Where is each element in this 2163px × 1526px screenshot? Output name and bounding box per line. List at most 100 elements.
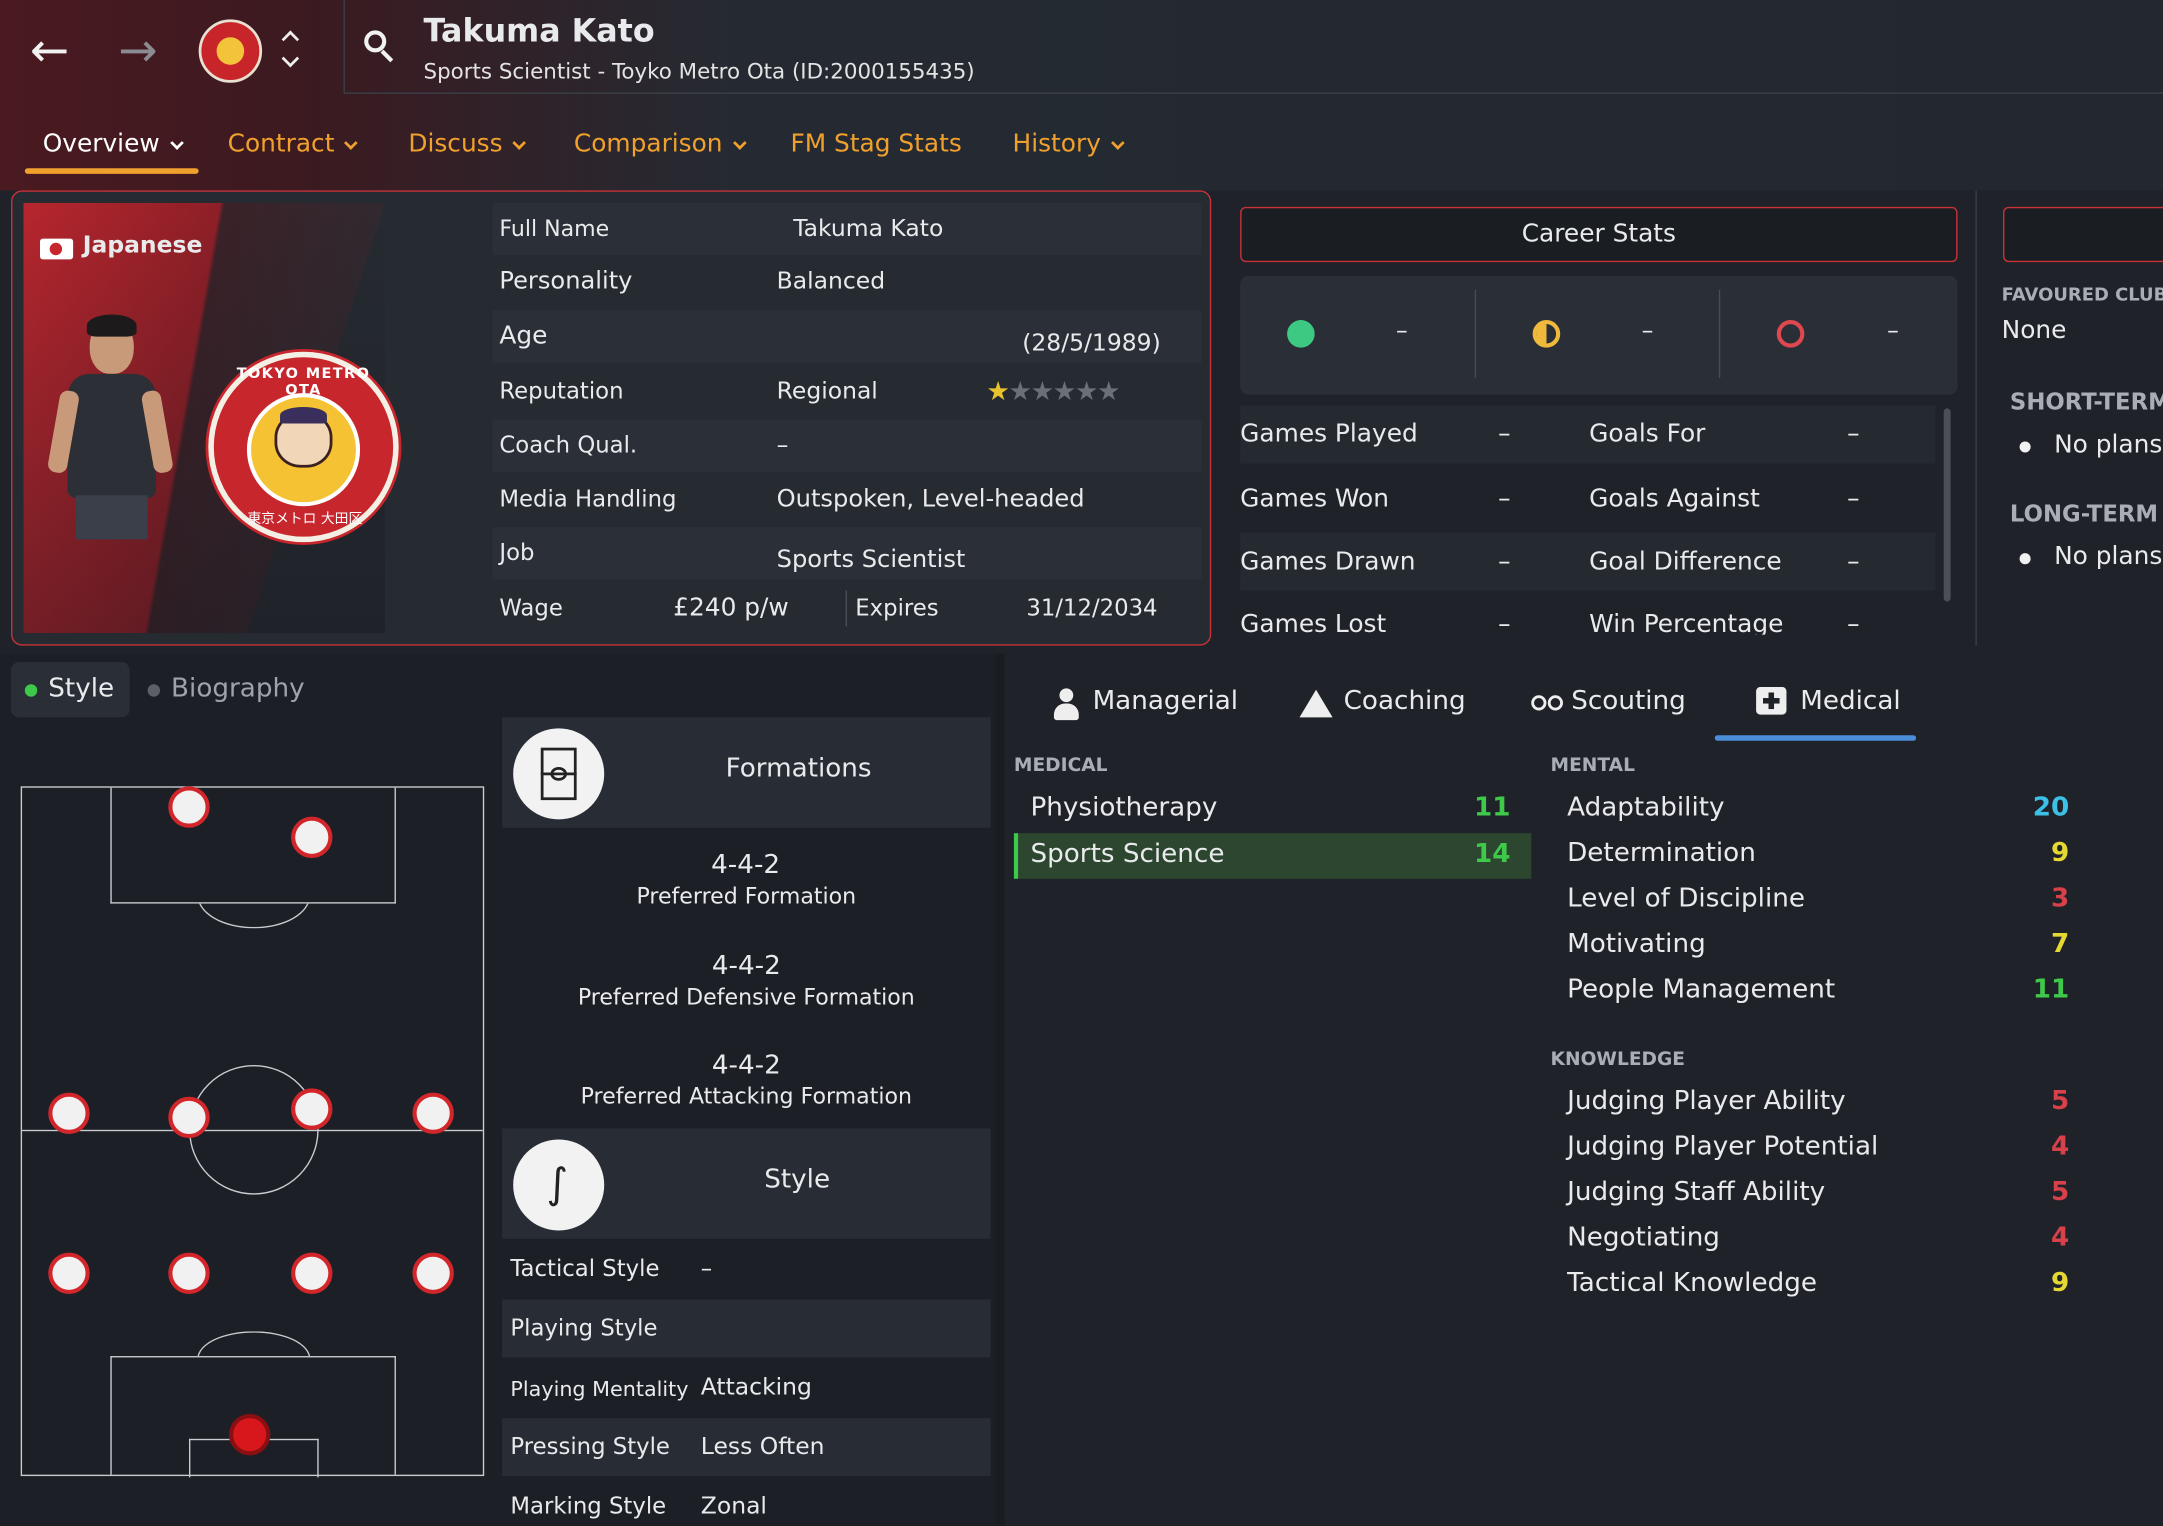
coach-qual-row: Coach Qual. –	[492, 419, 1202, 472]
attribute-value: 7	[2050, 928, 2070, 959]
tab-active-indicator	[24, 168, 199, 174]
win-circle-icon	[1287, 320, 1315, 348]
preferred-formation: 4-4-2 Preferred Formation	[636, 849, 857, 910]
career-stats-header[interactable]: Career Stats	[1240, 206, 1958, 263]
attribute-name: Level of Discipline	[1567, 882, 1805, 914]
staff-subtitle: Sports Scientist - Toyko Metro Ota (ID:2…	[423, 59, 975, 85]
attribute-value: 4	[2050, 1222, 2070, 1253]
attribute-row-physiotherapy[interactable]: Physiotherapy 11	[1014, 786, 1531, 833]
reputation-stars-icon: ★★★★★★	[986, 376, 1120, 407]
nav-buttons: ← →	[0, 0, 342, 99]
full-name-row: Full Name Takuma Kato	[492, 202, 1202, 256]
career-scrollbar[interactable]	[1943, 408, 1951, 602]
plans-header-button[interactable]	[2003, 206, 2163, 263]
player-dot	[412, 1252, 454, 1294]
medical-kit-icon	[1756, 686, 1787, 715]
staff-profile-screen: ← → Takuma Kato Sports Scientist - Toyko…	[0, 0, 2163, 1526]
mental-heading: MENTAL	[1550, 754, 1635, 777]
tab-comparison[interactable]: Comparison	[574, 116, 747, 177]
attribute-name: Judging Staff Ability	[1567, 1176, 1826, 1208]
knowledge-list: Judging Player Ability 5 Judging Player …	[1551, 1080, 2075, 1312]
attribute-value: 9	[2050, 837, 2070, 868]
draw-circle-icon	[1532, 320, 1561, 348]
player-dot	[412, 1092, 454, 1134]
attribute-value: 4	[2050, 1131, 2070, 1162]
player-dot	[48, 1252, 90, 1294]
goalkeeper-dot	[228, 1413, 271, 1456]
formations-header: Formations	[502, 717, 991, 828]
formation-pitch	[20, 786, 485, 1478]
medical-heading: MEDICAL	[1013, 754, 1108, 777]
attribute-value: 9	[2050, 1267, 2070, 1299]
attribute-name: Motivating	[1567, 928, 1706, 959]
marking-style-row: Marking Style Zonal	[510, 1492, 767, 1521]
tab-discuss[interactable]: Discuss	[408, 116, 527, 177]
staff-name-title: Takuma Kato	[423, 13, 655, 50]
job-row: Job Sports Scientist	[492, 526, 1202, 580]
top-bar: ← → Takuma Kato Sports Scientist - Toyko…	[0, 0, 2163, 191]
nationality-label: Japanese	[82, 231, 203, 260]
knowledge-heading: KNOWLEDGE	[1550, 1048, 1686, 1071]
pressing-style-row: Pressing Style Less Often	[502, 1418, 991, 1477]
career-results-strip: – – –	[1240, 275, 1958, 395]
mental-list: Adaptability 20 Determination 9 Level of…	[1551, 786, 2075, 1018]
search-icon[interactable]	[364, 30, 394, 63]
tab-fm-stag-stats[interactable]: FM Stag Stats	[790, 116, 961, 177]
player-dot	[291, 1252, 333, 1294]
staff-photo	[46, 314, 174, 540]
profile-card: Japanese TOKYO METRO OTA 東京メトロ 大田区 Full …	[11, 190, 1212, 646]
player-dot	[168, 1252, 210, 1294]
attribute-name: Determination	[1567, 837, 1756, 868]
preferred-attacking-formation: 4-4-2 Preferred Attacking Formation	[580, 1049, 912, 1110]
attribute-row-sports-science[interactable]: Sports Science 14	[1013, 833, 1532, 879]
binoculars-icon	[1531, 695, 1564, 712]
tactical-style-row: Tactical Style –	[510, 1255, 713, 1282]
loss-circle-icon	[1776, 320, 1805, 348]
attribute-name: Negotiating	[1567, 1222, 1720, 1253]
cone-icon	[1299, 689, 1333, 718]
attribute-value: 5	[2050, 1085, 2070, 1117]
media-handling-row: Media Handling Outspoken, Level-headed	[499, 485, 1085, 514]
tab-medical-underline	[1714, 735, 1917, 741]
dna-icon: ∫	[513, 1139, 605, 1231]
attribute-name: Judging Player Ability	[1567, 1085, 1846, 1117]
career-stats-table: Games Played Games Won Games Drawn Games…	[1240, 403, 1941, 635]
style-header: ∫ Style	[502, 1128, 991, 1239]
tab-contract[interactable]: Contract	[228, 116, 359, 177]
player-dot	[168, 1096, 210, 1139]
attribute-value: 11	[2032, 973, 2070, 1005]
player-dot	[48, 1092, 90, 1134]
club-switcher-chevrons-icon[interactable]	[280, 25, 302, 75]
pitch-icon	[513, 728, 605, 820]
tab-biography[interactable]: Biography	[143, 662, 309, 717]
back-arrow-icon[interactable]: ←	[22, 25, 77, 80]
club-badge-small-icon[interactable]	[198, 19, 263, 83]
player-dot	[291, 816, 333, 859]
forward-arrow-icon[interactable]: →	[110, 25, 165, 80]
style-section: Style Biography Formations 4-4-2 Preferr…	[0, 653, 996, 1526]
attribute-name: People Management	[1567, 973, 1836, 1005]
search-header: Takuma Kato Sports Scientist - Toyko Met…	[343, 0, 2163, 94]
playing-style-row: Playing Style	[502, 1299, 991, 1358]
reputation-row: Reputation Regional ★★★★★★	[492, 366, 1201, 418]
player-dot	[168, 786, 210, 828]
personality-row: Personality Balanced	[499, 267, 886, 296]
preferred-defensive-formation: 4-4-2 Preferred Defensive Formation	[577, 950, 915, 1010]
attribute-name: Tactical Knowledge	[1567, 1267, 1817, 1299]
japan-flag-icon	[40, 238, 74, 260]
playing-mentality-row: Playing Mentality Attacking	[510, 1373, 812, 1402]
plans-panel: FAVOURED CLUB None SHORT-TERM No plans L…	[1975, 190, 2163, 646]
attribute-name: Judging Player Potential	[1567, 1131, 1879, 1162]
manager-icon	[1053, 688, 1082, 721]
attribute-value: 20	[2032, 791, 2070, 823]
player-dot	[291, 1088, 333, 1130]
attribute-value: 5	[2050, 1176, 2070, 1208]
tab-history[interactable]: History	[1013, 116, 1125, 177]
wage-row: Wage £240 p/w Expires 31/12/2034	[492, 582, 1201, 634]
attributes-section: Managerial Coaching Scouting Medical MED…	[995, 653, 2163, 1526]
attribute-value: 3	[2050, 882, 2070, 914]
attribute-name: Adaptability	[1567, 791, 1725, 823]
age-row: Age (28/5/1989)	[492, 310, 1202, 363]
club-badge-large: TOKYO METRO OTA 東京メトロ 大田区	[208, 351, 399, 543]
tab-style[interactable]: Style	[11, 662, 130, 718]
